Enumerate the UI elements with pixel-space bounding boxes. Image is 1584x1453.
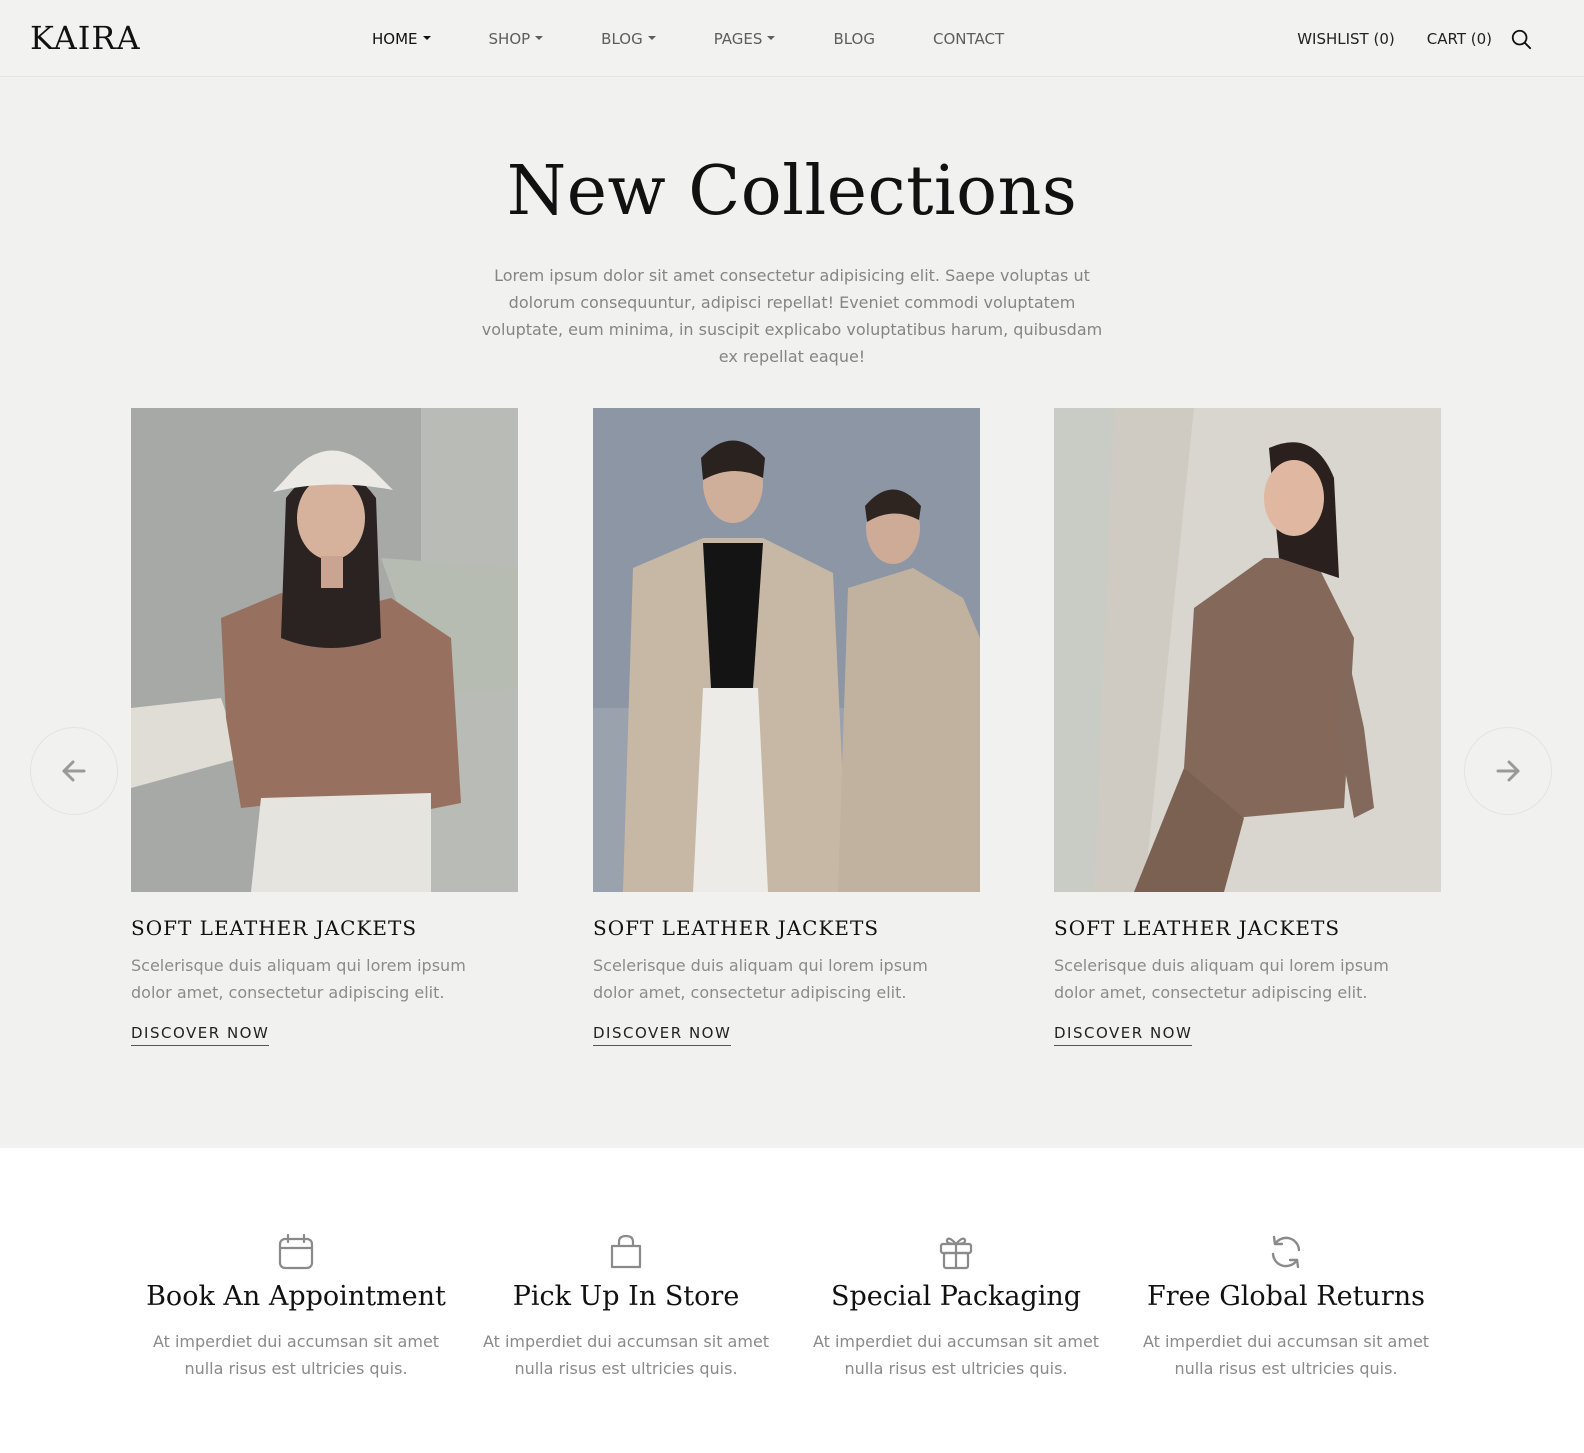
product-card: SOFT LEATHER JACKETS Scelerisque duis al…	[1054, 408, 1441, 1046]
feature-title: Free Global Returns	[1147, 1281, 1425, 1312]
caret-down-icon	[535, 35, 544, 40]
feature-title: Pick Up In Store	[512, 1281, 740, 1312]
feature-title: Book An Appointment	[146, 1281, 446, 1312]
nav-item-shop[interactable]: SHOP	[489, 30, 544, 48]
discover-now-link[interactable]: DISCOVER NOW	[593, 1024, 732, 1046]
product-card: SOFT LEATHER JACKETS Scelerisque duis al…	[593, 408, 980, 1046]
site-logo[interactable]: KAIRA	[30, 19, 141, 57]
product-photo-woman-bucket-hat[interactable]	[131, 408, 518, 892]
feature-item: Pick Up In Store At imperdiet dui accums…	[466, 1233, 786, 1382]
product-photo-woman-plaid-suit[interactable]	[1054, 408, 1441, 892]
new-collections-section: New Collections Lorem ipsum dolor sit am…	[0, 77, 1584, 1148]
nav-item-label: HOME	[372, 29, 418, 48]
card-description: Scelerisque duis aliquam qui lorem ipsum…	[593, 956, 928, 1002]
card-title: SOFT LEATHER JACKETS	[593, 916, 880, 940]
nav-item-label: SHOP	[488, 29, 531, 48]
caret-down-icon	[422, 35, 431, 40]
feature-description: At imperdiet dui accumsan sit amet nulla…	[1142, 1332, 1430, 1378]
calendar-icon	[278, 1233, 314, 1270]
caret-down-icon	[647, 35, 656, 40]
shopping-bag-icon	[610, 1234, 642, 1269]
section-description: Lorem ipsum dolor sit amet consectetur a…	[481, 266, 1103, 366]
card-description: Scelerisque duis aliquam qui lorem ipsum…	[131, 956, 466, 1002]
nav-item-label: BLOG	[833, 29, 875, 48]
nav-item-home[interactable]: HOME	[372, 30, 431, 48]
product-card: SOFT LEATHER JACKETS Scelerisque duis al…	[131, 408, 518, 1046]
carousel-prev-button[interactable]	[30, 727, 118, 815]
nav-item-pages[interactable]: PAGES	[714, 30, 776, 48]
feature-item: Free Global Returns At imperdiet dui acc…	[1126, 1233, 1446, 1382]
feature-title: Special Packaging	[830, 1281, 1082, 1312]
caret-down-icon	[767, 35, 776, 40]
feature-item: Special Packaging At imperdiet dui accum…	[796, 1233, 1116, 1382]
card-description: Scelerisque duis aliquam qui lorem ipsum…	[1054, 956, 1389, 1002]
arrow-right-icon	[1496, 760, 1520, 782]
discover-now-link[interactable]: DISCOVER NOW	[1054, 1024, 1193, 1046]
discover-now-link[interactable]: DISCOVER NOW	[131, 1024, 270, 1046]
site-header: KAIRA HOME SHOP BLOG PAGES BLOG CONTACT …	[0, 0, 1584, 77]
arrow-left-icon	[62, 760, 86, 782]
carousel-next-button[interactable]	[1464, 727, 1552, 815]
nav-item-label: PAGES	[713, 29, 763, 48]
section-title: New Collections	[506, 152, 1078, 231]
product-photo-two-women-coats[interactable]	[593, 408, 980, 892]
card-title: SOFT LEATHER JACKETS	[1054, 916, 1341, 940]
nav-item-label: CONTACT	[932, 29, 1005, 48]
search-icon[interactable]	[1510, 28, 1532, 50]
refresh-icon	[1271, 1235, 1301, 1269]
wishlist-link[interactable]: WISHLIST (0)	[1297, 30, 1395, 48]
main-nav: HOME SHOP BLOG PAGES BLOG CONTACT	[372, 0, 1062, 77]
feature-description: At imperdiet dui accumsan sit amet nulla…	[482, 1332, 770, 1378]
feature-description: At imperdiet dui accumsan sit amet nulla…	[812, 1332, 1100, 1378]
cart-link[interactable]: CART (0)	[1427, 30, 1492, 48]
card-title: SOFT LEATHER JACKETS	[131, 916, 418, 940]
nav-item-label: BLOG	[601, 29, 643, 48]
nav-item-blog[interactable]: BLOG	[833, 30, 875, 48]
feature-item: Book An Appointment At imperdiet dui acc…	[136, 1233, 456, 1382]
header-actions: WISHLIST (0) CART (0)	[1265, 0, 1532, 77]
gift-icon	[939, 1237, 973, 1270]
feature-description: At imperdiet dui accumsan sit amet nulla…	[152, 1332, 440, 1378]
nav-item-contact[interactable]: CONTACT	[933, 30, 1004, 48]
nav-item-blog-dropdown[interactable]: BLOG	[601, 30, 656, 48]
features-section: Book An Appointment At imperdiet dui acc…	[0, 1148, 1584, 1453]
